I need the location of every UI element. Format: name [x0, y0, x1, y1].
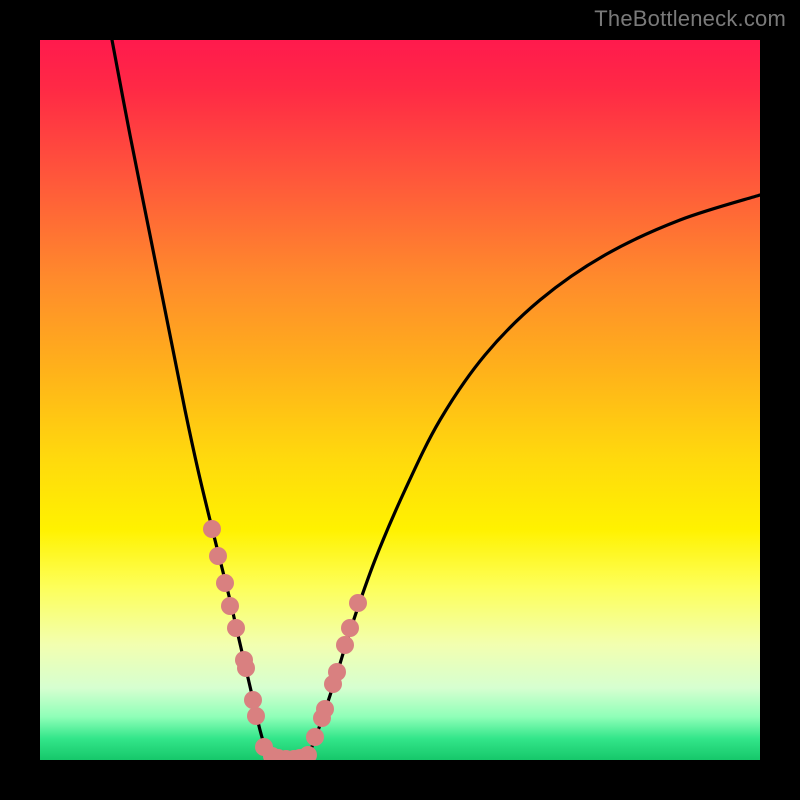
marker-dot: [336, 636, 354, 654]
marker-dot: [221, 597, 239, 615]
marker-dot: [306, 728, 324, 746]
marker-dot: [328, 663, 346, 681]
marker-dot: [209, 547, 227, 565]
bottleneck-curve: [112, 40, 760, 759]
marker-dot: [244, 691, 262, 709]
watermark-text: TheBottleneck.com: [594, 6, 786, 32]
marker-group: [203, 520, 367, 760]
marker-dot: [247, 707, 265, 725]
marker-dot: [227, 619, 245, 637]
marker-dot: [316, 700, 334, 718]
marker-dot: [216, 574, 234, 592]
plot-area: [40, 40, 760, 760]
curve-svg: [40, 40, 760, 760]
marker-dot: [299, 746, 317, 760]
marker-dot: [203, 520, 221, 538]
marker-dot: [341, 619, 359, 637]
marker-dot: [235, 651, 253, 669]
marker-dot: [349, 594, 367, 612]
chart-frame: TheBottleneck.com: [0, 0, 800, 800]
